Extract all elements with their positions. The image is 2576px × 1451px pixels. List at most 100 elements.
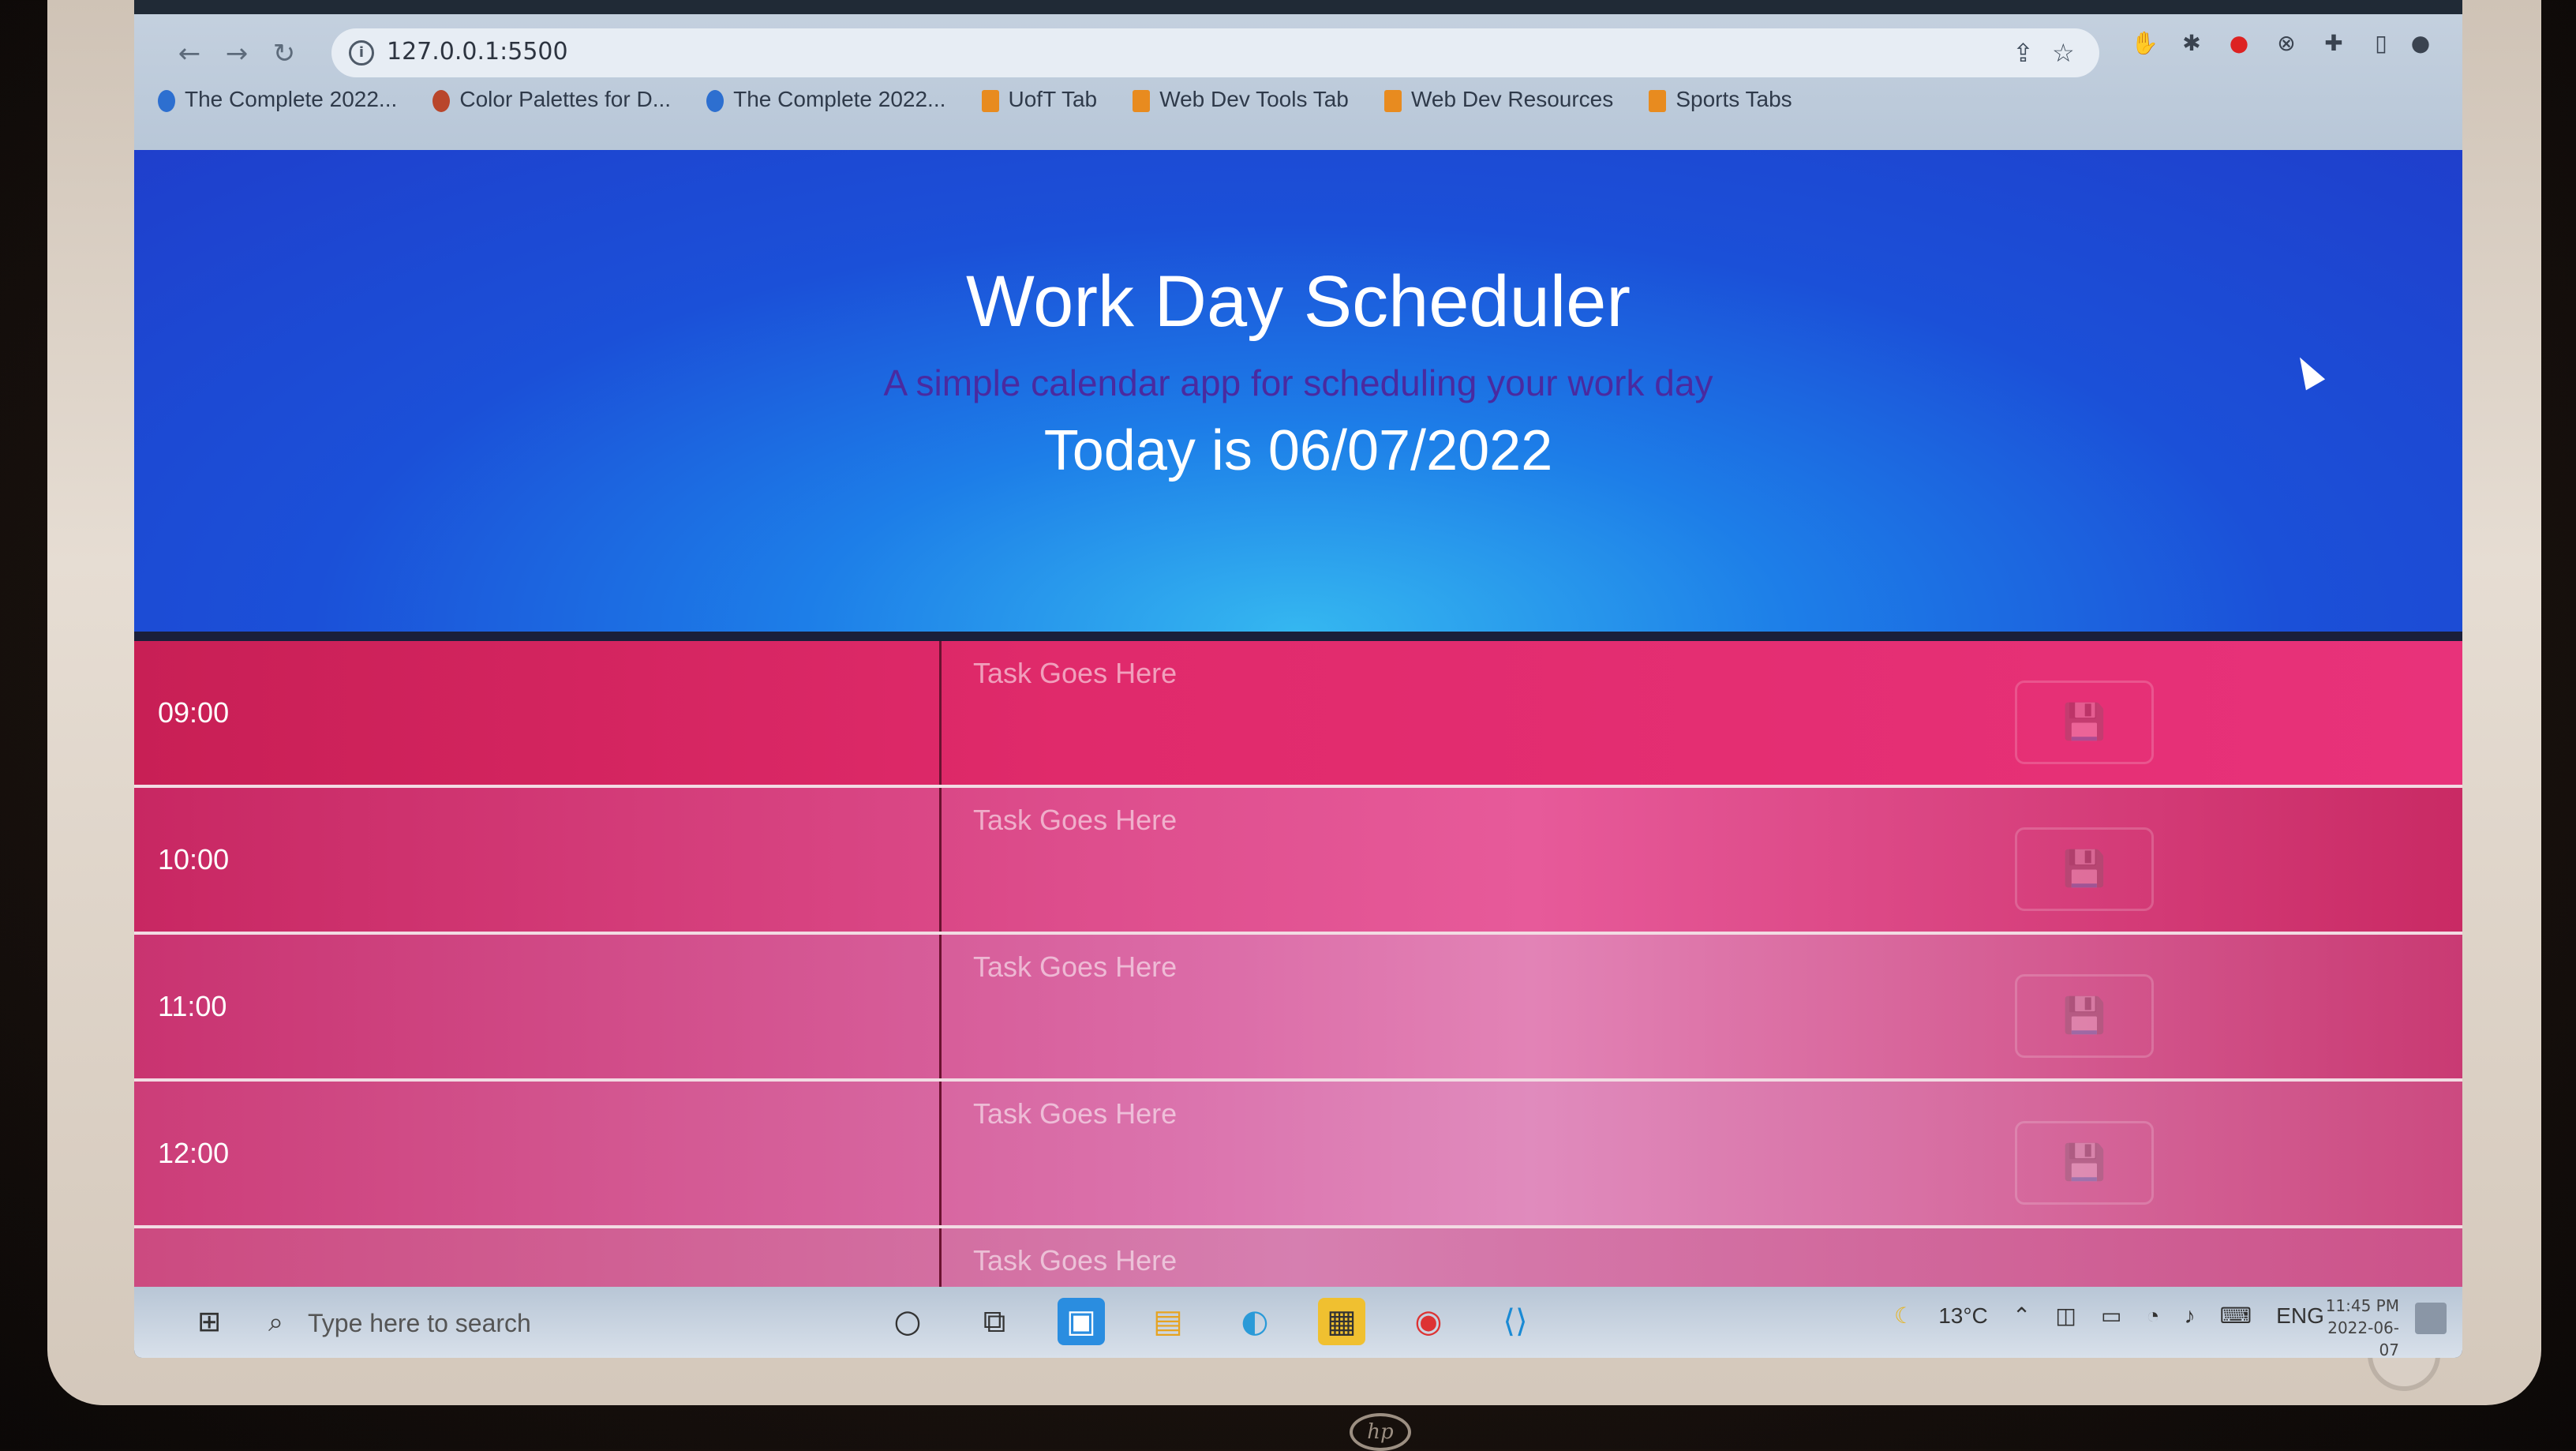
time-block-row: 12:00 Task Goes Here 💾 [134, 1082, 2462, 1228]
share-icon[interactable]: ⇪ [2012, 38, 2034, 68]
floppy-disk-icon: 💾 [2062, 995, 2106, 1036]
browser-chrome: ← → ↻ i 127.0.0.1:5500 ⇪ ☆ ✋ ✱ ● ⊗ ✚ ▯ ●… [134, 0, 2462, 150]
bookmark-folder[interactable]: Sports Tabs [1649, 87, 1792, 112]
task-textarea[interactable]: Task Goes Here 💾 [939, 788, 2462, 932]
udemy-icon [158, 89, 175, 112]
extension-bug-icon[interactable]: ✱ [2178, 30, 2205, 57]
chrome-icon[interactable]: ◉ [1405, 1298, 1452, 1345]
bookmark-label: UofT Tab [1008, 87, 1098, 111]
extensions-puzzle-icon[interactable]: ✚ [2320, 30, 2347, 57]
palette-icon [432, 89, 451, 112]
chevron-up-icon[interactable]: ⌃ [2012, 1303, 2031, 1329]
system-tray: ☾ 13°C ⌃ ◫ ▭ ◔ ♪ ⌨ ENG [1894, 1303, 2345, 1342]
vscode-icon[interactable]: ⟨⟩ [1492, 1298, 1539, 1345]
task-placeholder: Task Goes Here [973, 804, 1178, 836]
sticky-notes-icon[interactable]: ▦ [1318, 1298, 1365, 1345]
bookmark-label: Web Dev Resources [1410, 87, 1614, 111]
cortana-icon[interactable]: ○ [884, 1298, 931, 1345]
task-placeholder: Task Goes Here [973, 1097, 1178, 1130]
profile-avatar-icon[interactable]: ● [2407, 30, 2434, 57]
extension-record-icon[interactable]: ● [2226, 30, 2252, 57]
task-placeholder: Task Goes Here [973, 657, 1178, 689]
floppy-disk-icon: 💾 [2062, 702, 2106, 742]
task-view-icon[interactable]: ⧉ [971, 1298, 1018, 1345]
address-bar[interactable]: i 127.0.0.1:5500 ⇪ ☆ [331, 28, 2099, 77]
page-subtitle: A simple calendar app for scheduling you… [883, 362, 1713, 403]
bookmarks-bar: The Complete 2022... Color Palettes for … [158, 87, 1824, 134]
floppy-disk-icon: 💾 [2062, 849, 2106, 889]
file-explorer-icon[interactable]: ▤ [1144, 1298, 1192, 1345]
weather-moon-icon[interactable]: ☾ [1894, 1303, 1914, 1329]
star-icon[interactable]: ☆ [2052, 38, 2075, 68]
task-placeholder: Task Goes Here [973, 1244, 1178, 1277]
extension-hand-icon[interactable]: ✋ [2131, 30, 2159, 57]
task-textarea[interactable]: Task Goes Here 💾 [939, 641, 2462, 785]
hour-label: 09:00 [158, 696, 230, 729]
time-block-row: 10:00 Task Goes Here 💾 [134, 788, 2462, 935]
hp-logo-icon: hp [1350, 1413, 1411, 1451]
hour-label: 10:00 [158, 843, 230, 875]
search-placeholder: Type here to search [308, 1309, 531, 1337]
system-clock[interactable]: 11:45 PM 2022-06-07 [2312, 1295, 2399, 1358]
windows-taskbar: ⊞ ⌕ Type here to search ○ ⧉ ▣ ▤ ◐ ▦ ◉ ⟨⟩… [134, 1287, 2462, 1358]
taskbar-search-box[interactable]: ⌕ Type here to search [253, 1295, 821, 1350]
search-icon: ⌕ [268, 1307, 284, 1338]
meet-icon[interactable]: ◫ [2055, 1303, 2076, 1329]
windows-start-icon[interactable]: ⊞ [197, 1307, 229, 1338]
edge-icon[interactable]: ◐ [1231, 1298, 1279, 1345]
folder-icon [981, 89, 999, 112]
save-button[interactable]: 💾 [2015, 681, 2154, 764]
bookmark-folder[interactable]: UofT Tab [981, 87, 1098, 112]
bookmark-label: The Complete 2022... [185, 87, 398, 111]
url-text[interactable]: 127.0.0.1:5500 [387, 38, 568, 66]
save-button[interactable]: 💾 [2015, 1121, 2154, 1205]
notification-icon[interactable] [2415, 1303, 2447, 1334]
bookmark-label: Sports Tabs [1676, 87, 1792, 111]
folder-icon [1383, 89, 1402, 112]
time-block-row: 11:00 Task Goes Here 💾 [134, 935, 2462, 1082]
time-block-row: 09:00 Task Goes Here 💾 [134, 641, 2462, 788]
bookmark-item[interactable]: The Complete 2022... [706, 87, 945, 112]
extension-x-icon[interactable]: ⊗ [2273, 30, 2300, 57]
screen: ← → ↻ i 127.0.0.1:5500 ⇪ ☆ ✋ ✱ ● ⊗ ✚ ▯ ●… [134, 0, 2462, 1358]
bookmark-item[interactable]: Color Palettes for D... [432, 87, 671, 112]
task-textarea[interactable]: Task Goes Here 💾 [939, 935, 2462, 1078]
bookmark-label: Color Palettes for D... [459, 87, 672, 111]
task-placeholder: Task Goes Here [973, 950, 1178, 983]
bookmark-folder[interactable]: Web Dev Tools Tab [1133, 87, 1349, 112]
udemy-icon [706, 89, 724, 112]
save-button[interactable]: 💾 [2015, 974, 2154, 1058]
bookmark-label: The Complete 2022... [733, 87, 946, 111]
time-block-list: 09:00 Task Goes Here 💾 10:00 Task Goes H… [134, 641, 2462, 1295]
sidebar-icon[interactable]: ▯ [2368, 30, 2394, 57]
save-button[interactable]: 💾 [2015, 827, 2154, 911]
store-icon[interactable]: ▣ [1058, 1298, 1105, 1345]
folder-icon [1649, 89, 1667, 112]
volume-icon[interactable]: ♪ [2185, 1303, 2196, 1329]
tab-strip [134, 0, 2462, 14]
task-textarea[interactable]: Task Goes Here 💾 [939, 1082, 2462, 1225]
header-divider [134, 632, 2462, 641]
network-icon[interactable]: ◔ [2147, 1303, 2160, 1329]
clock-date: 2022-06-07 [2327, 1318, 2399, 1358]
bookmark-item[interactable]: The Complete 2022... [158, 87, 397, 112]
back-arrow-icon[interactable]: ← [174, 38, 205, 69]
battery-icon[interactable]: ▭ [2101, 1303, 2121, 1329]
forward-arrow-icon[interactable]: → [221, 38, 253, 69]
hour-label: 12:00 [158, 1137, 230, 1169]
time-block-row: Task Goes Here [134, 1228, 2462, 1295]
header-jumbotron: Work Day Scheduler A simple calendar app… [134, 150, 2462, 632]
page-viewport: Work Day Scheduler A simple calendar app… [134, 150, 2462, 1295]
reload-icon[interactable]: ↻ [268, 38, 300, 69]
folder-icon [1133, 89, 1151, 112]
task-textarea[interactable]: Task Goes Here [939, 1228, 2462, 1295]
temperature-text[interactable]: 13°C [1938, 1303, 1988, 1329]
info-icon[interactable]: i [349, 40, 374, 66]
current-date: Today is 06/07/2022 [1043, 419, 1553, 482]
bookmark-label: Web Dev Tools Tab [1159, 87, 1349, 111]
hour-label: 11:00 [158, 990, 227, 1022]
page-title: Work Day Scheduler [966, 261, 1631, 342]
keyboard-icon[interactable]: ⌨ [2220, 1303, 2252, 1329]
navigation-row: ← → ↻ i 127.0.0.1:5500 ⇪ ☆ ✋ ✱ ● ⊗ ✚ ▯ ● [134, 22, 2462, 85]
bookmark-folder[interactable]: Web Dev Resources [1383, 87, 1614, 112]
